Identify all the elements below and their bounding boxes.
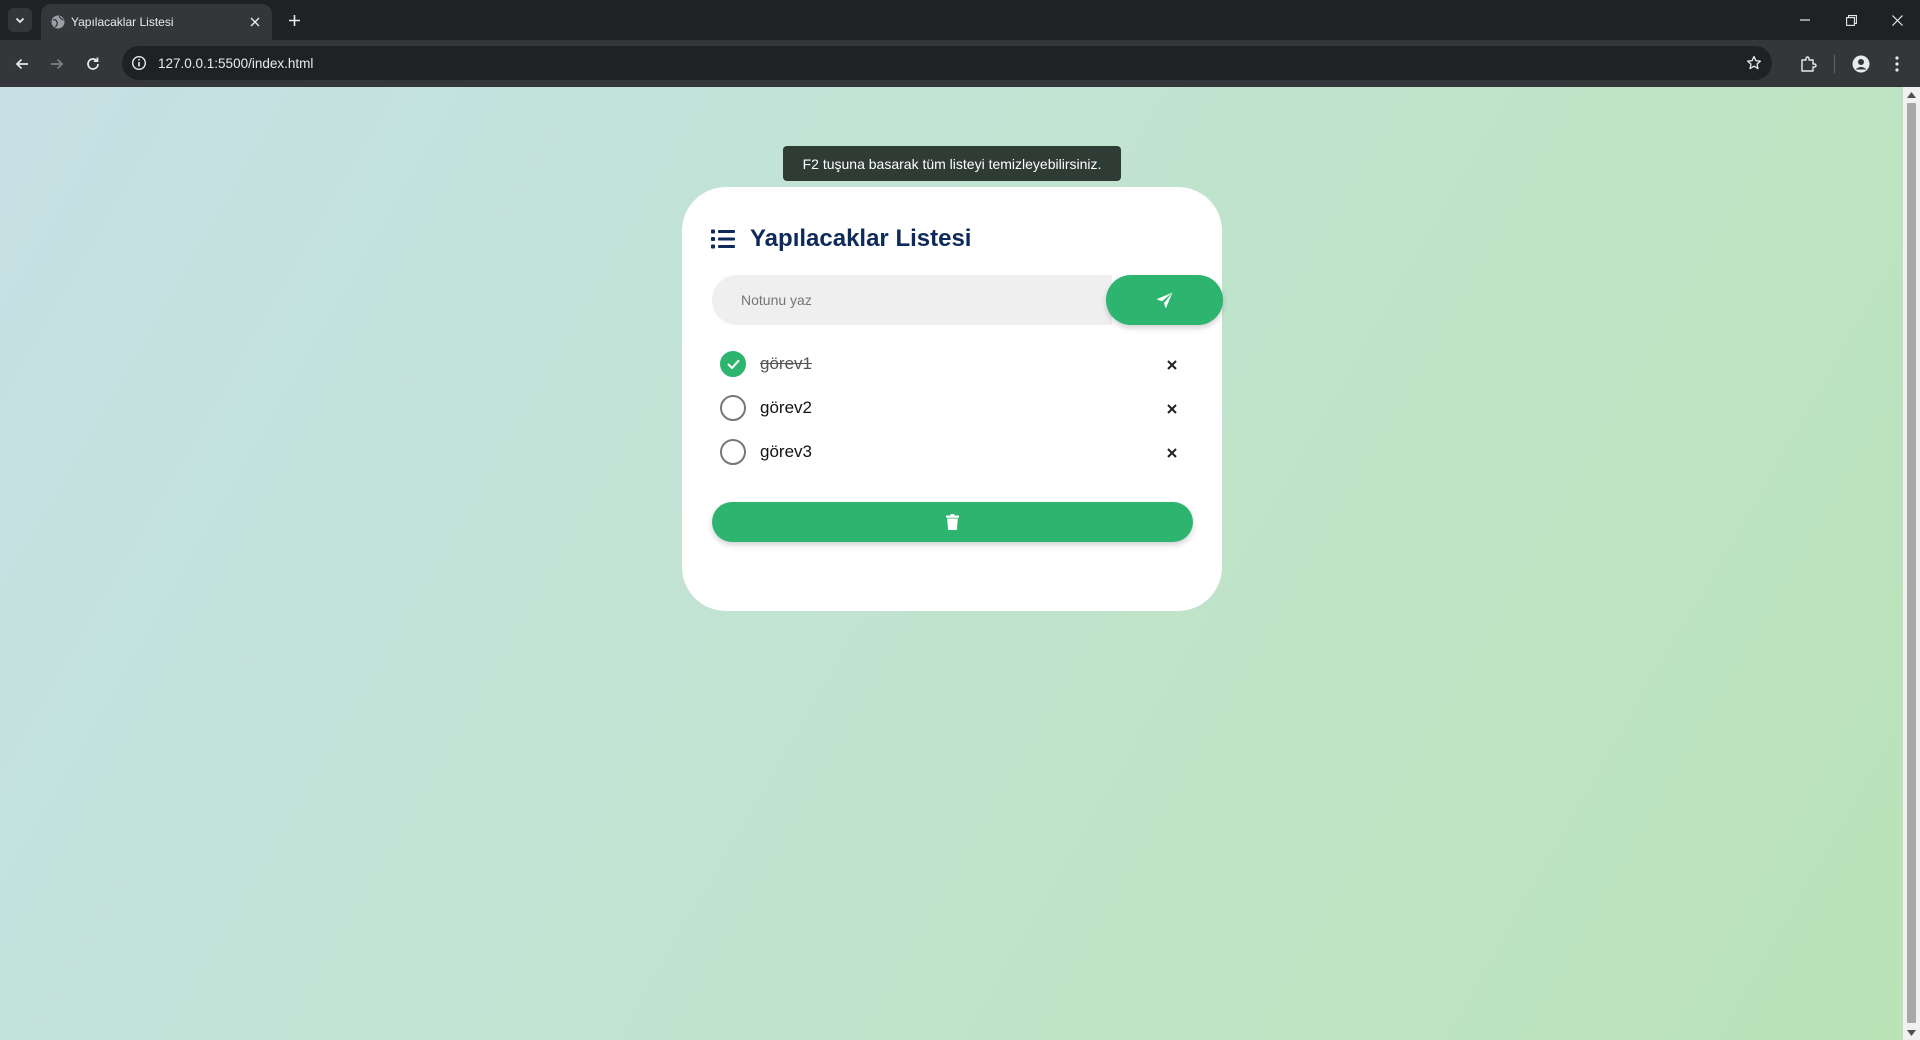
list-icon — [711, 229, 735, 249]
card-header: Yapılacaklar Listesi — [711, 224, 971, 254]
extensions-button[interactable] — [1795, 51, 1821, 77]
browser-toolbar: 127.0.0.1:5500/index.html — [0, 40, 1920, 87]
task-label: görev2 — [760, 398, 812, 417]
delete-task-button[interactable] — [1164, 401, 1180, 417]
url-text[interactable]: 127.0.0.1:5500/index.html — [158, 56, 313, 71]
page-viewport: F2 tuşuna basarak tüm listeyi temizleyeb… — [0, 87, 1903, 1040]
toolbar-separator — [1834, 55, 1835, 73]
scroll-up-arrow[interactable] — [1907, 90, 1916, 99]
note-input[interactable] — [712, 275, 1112, 325]
close-icon — [1167, 448, 1177, 458]
globe-icon — [51, 15, 65, 29]
tab-search-button[interactable] — [8, 8, 32, 32]
task-checkbox[interactable] — [720, 351, 746, 377]
close-window-button[interactable] — [1874, 0, 1920, 40]
shortcut-tooltip: F2 tuşuna basarak tüm listeyi temizleyeb… — [783, 146, 1121, 181]
task-item[interactable]: görev2 — [720, 395, 1180, 439]
page-scrollbar[interactable] — [1903, 87, 1920, 1040]
task-checkbox[interactable] — [720, 439, 746, 465]
scroll-thumb[interactable] — [1907, 103, 1916, 1023]
paper-plane-icon — [1156, 292, 1173, 308]
close-icon — [250, 17, 260, 27]
tab-strip: Yapılacaklar Listesi — [0, 0, 1920, 40]
task-list: görev1 görev2 görev3 — [720, 351, 1180, 483]
clear-all-button[interactable] — [712, 502, 1193, 542]
plus-icon — [288, 14, 300, 26]
close-icon — [1891, 14, 1903, 26]
delete-task-button[interactable] — [1164, 445, 1180, 461]
task-label: görev1 — [760, 354, 812, 373]
check-icon — [727, 359, 739, 369]
profile-button[interactable] — [1848, 51, 1874, 77]
site-info-icon[interactable] — [130, 54, 148, 72]
reload-icon — [87, 57, 99, 70]
close-icon — [1167, 404, 1177, 414]
trash-icon — [946, 514, 959, 530]
back-button[interactable] — [9, 51, 35, 77]
puzzle-icon — [1801, 56, 1817, 72]
browser-menu-button[interactable] — [1884, 51, 1910, 77]
chevron-down-icon — [15, 17, 25, 24]
tab-title: Yapılacaklar Listesi — [71, 15, 174, 29]
delete-task-button[interactable] — [1164, 357, 1180, 373]
arrow-left-icon — [15, 58, 28, 70]
task-item[interactable]: görev3 — [720, 439, 1180, 483]
minimize-button[interactable] — [1782, 0, 1828, 40]
add-note-button[interactable] — [1106, 275, 1223, 325]
note-input-row — [712, 275, 1223, 325]
minimize-icon — [1800, 19, 1810, 21]
forward-button[interactable] — [44, 51, 70, 77]
todo-card: Yapılacaklar Listesi görev1 görev2 görev3 — [682, 187, 1223, 611]
page-title: Yapılacaklar Listesi — [750, 225, 972, 252]
browser-tab[interactable]: Yapılacaklar Listesi — [41, 4, 272, 40]
restore-button[interactable] — [1828, 0, 1874, 40]
arrow-right-icon — [51, 58, 64, 70]
scroll-down-arrow[interactable] — [1907, 1028, 1916, 1037]
task-label: görev3 — [760, 442, 812, 461]
bookmark-star-button[interactable] — [1744, 53, 1764, 73]
close-icon — [1167, 360, 1177, 370]
task-item[interactable]: görev1 — [720, 351, 1180, 395]
star-icon — [1746, 55, 1762, 70]
profile-icon — [1852, 55, 1870, 73]
restore-icon — [1845, 14, 1857, 26]
more-vertical-icon — [1895, 56, 1899, 72]
reload-button[interactable] — [80, 51, 106, 77]
task-checkbox[interactable] — [720, 395, 746, 421]
new-tab-button[interactable] — [282, 8, 306, 32]
tab-close-button[interactable] — [246, 13, 264, 31]
address-bar[interactable]: 127.0.0.1:5500/index.html — [122, 46, 1772, 80]
